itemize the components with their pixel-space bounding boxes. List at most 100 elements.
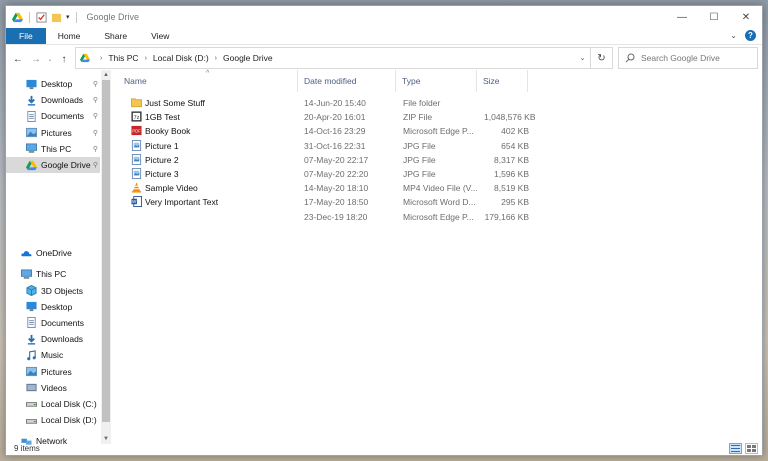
sidebar-item-downloads[interactable]: Downloads ⚲ — [6, 92, 100, 108]
file-date: 20-Apr-20 16:01 — [304, 112, 366, 123]
table-row[interactable]: 7z 1GB Test 20-Apr-20 16:01 ZIP File 1,0… — [118, 110, 538, 124]
google-drive-icon — [12, 12, 23, 22]
file-name: Picture 1 — [145, 140, 179, 151]
file-date: 23-Dec-19 18:20 — [304, 211, 368, 222]
column-header-type[interactable]: Type — [396, 70, 477, 92]
word-doc-icon: W — [131, 196, 142, 208]
file-name: 1GB Test — [145, 112, 180, 123]
column-type-label: Type — [402, 76, 421, 86]
sidebar-item-label: Documents — [41, 111, 84, 122]
zip-file-icon: 7z — [131, 111, 142, 122]
customize-toolbar-icon[interactable]: ▾ — [66, 13, 70, 21]
search-placeholder: Search Google Drive — [641, 53, 720, 63]
details-view-button[interactable] — [729, 443, 742, 454]
sidebar-item-label: Music — [41, 350, 64, 361]
sidebar-item-local-disk-c[interactable]: Local Disk (C:) — [6, 396, 100, 412]
table-row[interactable]: Picture 3 07-May-20 22:20 JPG File 1,596… — [118, 167, 538, 181]
sidebar-item-documents[interactable]: Documents ⚲ — [6, 108, 100, 124]
nav-list: Desktop ⚲ Downloads ⚲ Documents ⚲ Pictur… — [6, 70, 100, 449]
breadcrumb-local-disk-d[interactable]: Local Disk (D:) — [153, 53, 209, 63]
table-row[interactable]: Picture 1 31-Oct-16 22:31 JPG File 654 K… — [118, 139, 538, 153]
toolbar-separator — [75, 11, 77, 23]
sidebar-item-music[interactable]: Music — [6, 347, 100, 363]
sidebar-item-videos[interactable]: Videos — [6, 380, 100, 396]
pin-icon[interactable]: ⚲ — [93, 161, 98, 169]
table-row[interactable]: W Very Important Text 17-May-20 18:50 Mi… — [118, 195, 538, 209]
chevron-right-icon[interactable]: › — [100, 55, 102, 62]
pin-icon[interactable]: ⚲ — [93, 112, 98, 120]
file-name: Booky Book — [145, 126, 191, 137]
large-icons-view-button[interactable] — [745, 443, 758, 454]
onedrive-icon — [21, 250, 32, 256]
table-row[interactable]: Picture 2 07-May-20 22:17 JPG File 8,317… — [118, 153, 538, 167]
expand-ribbon-icon[interactable]: ⌄ — [730, 31, 737, 40]
column-date-label: Date modified — [304, 76, 357, 86]
sidebar-item-this-pc[interactable]: This PC — [6, 266, 100, 282]
pin-icon[interactable]: ⚲ — [93, 129, 98, 137]
scroll-thumb[interactable] — [102, 80, 110, 422]
sidebar-item-label: OneDrive — [36, 248, 72, 259]
sidebar-item-this-pc[interactable]: This PC ⚲ — [6, 141, 100, 157]
sidebar-item-downloads[interactable]: Downloads — [6, 331, 100, 347]
sidebar-item-local-disk-d[interactable]: Local Disk (D:) — [6, 412, 100, 428]
file-type: JPG File — [403, 154, 436, 165]
nav-scrollbar[interactable]: ▲ ▼ — [101, 70, 111, 444]
tab-home[interactable]: Home — [46, 28, 93, 44]
tab-share[interactable]: Share — [92, 28, 139, 44]
pin-icon[interactable]: ⚲ — [93, 145, 98, 153]
new-folder-icon[interactable] — [51, 12, 62, 23]
sidebar-item-label: Pictures — [41, 127, 72, 138]
address-dropdown-button[interactable]: ⌄ — [574, 48, 590, 68]
tab-view[interactable]: View — [139, 28, 181, 44]
sidebar-item-google-drive[interactable]: Google Drive ⚲ — [6, 156, 100, 174]
sidebar-item-desktop[interactable]: Desktop ⚲ — [6, 76, 100, 92]
sidebar-item-onedrive[interactable]: OneDrive — [6, 245, 100, 261]
sort-ascending-icon: ^ — [206, 70, 210, 77]
large-icons-view-icon — [747, 445, 756, 452]
minimize-button[interactable]: — — [666, 6, 698, 28]
file-size: 654 KB — [501, 140, 529, 151]
sidebar-item-pictures[interactable]: Pictures — [6, 363, 100, 379]
column-header-date[interactable]: Date modified — [298, 70, 396, 92]
breadcrumb-google-drive[interactable]: Google Drive — [223, 53, 273, 63]
chevron-right-icon[interactable]: › — [145, 55, 147, 62]
pin-icon[interactable]: ⚲ — [93, 96, 98, 104]
tab-file[interactable]: File — [6, 28, 46, 44]
pin-icon[interactable]: ⚲ — [93, 80, 98, 88]
refresh-icon: ↻ — [597, 52, 606, 64]
close-button[interactable]: ✕ — [730, 6, 762, 28]
table-row[interactable]: 23-Dec-19 18:20 Microsoft Edge P... 179,… — [118, 210, 538, 224]
back-button[interactable]: ← — [10, 51, 26, 67]
search-input[interactable]: Search Google Drive — [618, 47, 758, 69]
details-view-icon — [731, 445, 740, 452]
maximize-button[interactable]: ☐ — [698, 6, 730, 28]
sidebar-item-documents[interactable]: Documents — [6, 315, 100, 331]
title-bar: ▾ Google Drive — ☐ ✕ — [6, 6, 762, 28]
help-button[interactable]: ? — [745, 30, 756, 41]
table-row[interactable]: PDF Booky Book 14-Oct-16 23:29 Microsoft… — [118, 124, 538, 138]
vlc-video-icon — [131, 182, 142, 193]
sidebar-item-label: Desktop — [41, 301, 73, 312]
column-name-label: Name — [124, 76, 147, 86]
table-row[interactable]: Just Some Stuff 14-Jun-20 15:40 File fol… — [118, 96, 538, 110]
recent-locations-button[interactable]: ⌄ — [46, 51, 54, 67]
sidebar-item-pictures[interactable]: Pictures ⚲ — [6, 125, 100, 141]
drive-icon — [26, 402, 37, 408]
file-size: 8,317 KB — [494, 154, 529, 165]
up-button[interactable]: ↑ — [56, 51, 72, 67]
scroll-up-arrow[interactable]: ▲ — [101, 70, 111, 80]
breadcrumb-this-pc[interactable]: This PC — [108, 53, 138, 63]
sidebar-item-3d-objects[interactable]: 3D Objects — [6, 283, 100, 299]
address-bar[interactable]: › This PC › Local Disk (D:) › Google Dri… — [75, 47, 591, 69]
file-type: JPG File — [403, 140, 436, 151]
table-row[interactable]: Sample Video 14-May-20 18:10 MP4 Video F… — [118, 181, 538, 195]
column-header-size[interactable]: Size — [477, 70, 528, 92]
chevron-right-icon[interactable]: › — [215, 55, 217, 62]
google-drive-icon — [80, 53, 90, 63]
forward-button[interactable]: → — [28, 51, 44, 67]
file-type: JPG File — [403, 168, 436, 179]
refresh-button[interactable]: ↻ — [591, 47, 613, 69]
sidebar-item-desktop[interactable]: Desktop — [6, 299, 100, 315]
downloads-icon — [27, 95, 36, 106]
properties-check-icon[interactable] — [36, 11, 47, 23]
